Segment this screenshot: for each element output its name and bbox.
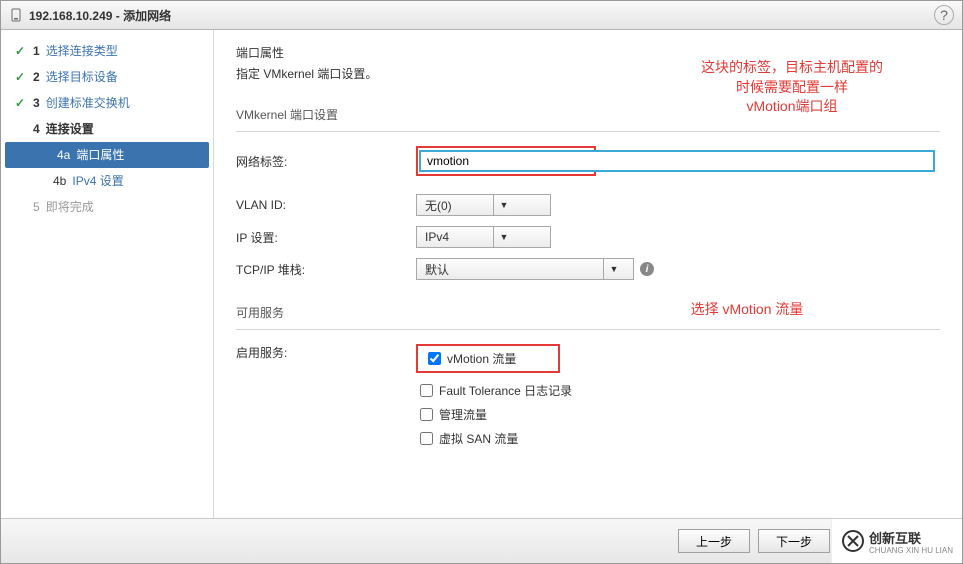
main-area: ✓ 1 选择连接类型 ✓ 2 选择目标设备 ✓ 3 创建标准交换机 4 连接设置… (1, 30, 962, 518)
step-num: 1 (33, 42, 40, 60)
label-enable-services: 启用服务: (236, 344, 416, 361)
highlight-box: vMotion 流量 (416, 344, 560, 373)
chevron-down-icon: ▼ (493, 195, 514, 215)
label-tcpip-stack: TCP/IP 堆栈: (236, 261, 416, 278)
wizard-step-4b[interactable]: 4b IPv4 设置 (1, 168, 213, 194)
checkbox-label: Fault Tolerance 日志记录 (439, 382, 572, 399)
watermark-icon (841, 529, 865, 553)
divider (236, 329, 940, 330)
group-vmkernel-heading: VMkernel 端口设置 (236, 106, 940, 123)
step-num: 4b (53, 172, 66, 190)
section-desc: 指定 VMkernel 端口设置。 (236, 65, 940, 82)
host-icon (9, 8, 23, 22)
checkbox-fault-tolerance[interactable]: Fault Tolerance 日志记录 (416, 381, 572, 400)
checkbox-label: 管理流量 (439, 406, 487, 423)
section-title: 端口属性 (236, 44, 940, 61)
titlebar: 192.168.10.249 - 添加网络 ? (1, 1, 962, 30)
step-num: 5 (33, 198, 40, 216)
next-button[interactable]: 下一步 (758, 529, 830, 553)
select-value: 默认 (417, 261, 603, 278)
wizard-step-4a[interactable]: 4a 端口属性 (5, 142, 209, 168)
check-icon: ✓ (13, 68, 27, 86)
wizard-step-5[interactable]: 5 即将完成 (1, 194, 213, 220)
content-panel: 端口属性 指定 VMkernel 端口设置。 这块的标签，目标主机配置的 时候需… (214, 30, 962, 518)
wizard-step-3[interactable]: ✓ 3 创建标准交换机 (1, 90, 213, 116)
chevron-down-icon: ▼ (603, 259, 624, 279)
checkbox-label: vMotion 流量 (447, 350, 516, 367)
wizard-step-2[interactable]: ✓ 2 选择目标设备 (1, 64, 213, 90)
step-num: 4 (33, 120, 40, 138)
step-label: 即将完成 (46, 198, 94, 216)
checkbox-management[interactable]: 管理流量 (416, 405, 572, 424)
label-network-label: 网络标签: (236, 153, 416, 170)
step-label: 选择连接类型 (46, 42, 118, 60)
checkbox-input[interactable] (428, 352, 441, 365)
step-num: 3 (33, 94, 40, 112)
select-vlan-id[interactable]: 无(0) ▼ (416, 194, 551, 216)
checkbox-vmotion[interactable]: vMotion 流量 (424, 349, 516, 368)
chevron-down-icon: ▼ (493, 227, 514, 247)
wizard-step-1[interactable]: ✓ 1 选择连接类型 (1, 38, 213, 64)
check-icon: ✓ (13, 42, 27, 60)
watermark: 创新互联 CHUANG XIN HU LIAN (831, 519, 962, 563)
help-icon[interactable]: ? (934, 5, 954, 25)
info-icon[interactable]: i (640, 262, 654, 276)
step-num: 2 (33, 68, 40, 86)
select-value: 无(0) (417, 197, 493, 214)
step-label: 选择目标设备 (46, 68, 118, 86)
check-icon: ✓ (13, 94, 27, 112)
prev-button[interactable]: 上一步 (678, 529, 750, 553)
group-services-heading: 可用服务 (236, 304, 940, 321)
label-vlan-id: VLAN ID: (236, 198, 416, 212)
select-value: IPv4 (417, 230, 493, 244)
row-tcpip-stack: TCP/IP 堆栈: 默认 ▼ i (236, 258, 940, 280)
checkbox-input[interactable] (420, 408, 433, 421)
checkbox-input[interactable] (420, 384, 433, 397)
step-label: 端口属性 (76, 146, 124, 164)
row-vlan-id: VLAN ID: 无(0) ▼ (236, 194, 940, 216)
select-ip-settings[interactable]: IPv4 ▼ (416, 226, 551, 248)
step-label: 创建标准交换机 (46, 94, 130, 112)
checkbox-input[interactable] (420, 432, 433, 445)
checkbox-vsan[interactable]: 虚拟 SAN 流量 (416, 429, 572, 448)
label-ip-settings: IP 设置: (236, 229, 416, 246)
step-num: 4a (57, 146, 70, 164)
step-label: 连接设置 (46, 120, 94, 138)
services-checkbox-group: vMotion 流量 Fault Tolerance 日志记录 管理流量 虚拟 … (416, 344, 572, 453)
row-network-label: 网络标签: (236, 146, 940, 176)
row-ip-settings: IP 设置: IPv4 ▼ (236, 226, 940, 248)
divider (236, 131, 940, 132)
dialog-window: 192.168.10.249 - 添加网络 ? ✓ 1 选择连接类型 ✓ 2 选… (0, 0, 963, 564)
dialog-footer: 上一步 下一步 (1, 518, 962, 563)
input-network-label[interactable] (419, 150, 935, 172)
step-label: IPv4 设置 (72, 172, 123, 190)
window-title: 192.168.10.249 - 添加网络 (29, 7, 171, 24)
watermark-text: 创新互联 CHUANG XIN HU LIAN (869, 528, 953, 555)
select-tcpip-stack[interactable]: 默认 ▼ (416, 258, 634, 280)
wizard-step-4[interactable]: 4 连接设置 (1, 116, 213, 142)
row-enable-services: 启用服务: vMotion 流量 Fault Tolerance 日志记录 (236, 344, 940, 453)
checkbox-label: 虚拟 SAN 流量 (439, 430, 518, 447)
wizard-sidebar: ✓ 1 选择连接类型 ✓ 2 选择目标设备 ✓ 3 创建标准交换机 4 连接设置… (1, 30, 214, 518)
